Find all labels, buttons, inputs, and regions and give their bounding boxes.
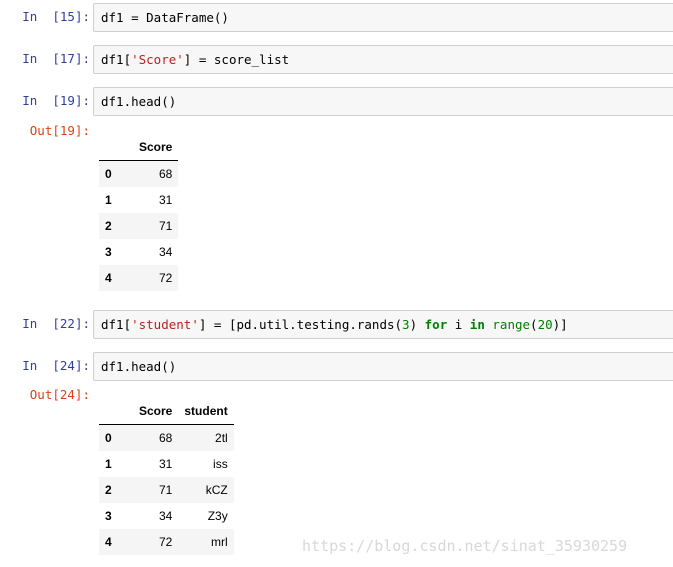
- table-row: 1 31: [99, 187, 178, 213]
- index-header: [99, 134, 125, 161]
- column-header: Score: [125, 134, 179, 161]
- table-cell: 68: [159, 431, 173, 445]
- table-cell: 71: [159, 219, 173, 233]
- table-row: 3 34: [99, 239, 178, 265]
- table-row: 3 34 Z3y: [99, 503, 234, 529]
- row-index: 2: [105, 483, 112, 497]
- row-index: 2: [105, 219, 112, 233]
- table-cell: 34: [159, 245, 173, 259]
- table-cell: iss: [213, 457, 228, 471]
- input-prompt: In [15]:: [22, 9, 90, 24]
- table-row: 4 72 mrl: [99, 529, 234, 555]
- table-cell: 71: [159, 483, 173, 497]
- code-cell-input[interactable]: df1['student'] = [pd.util.testing.rands(…: [93, 310, 673, 339]
- code-cell-input[interactable]: df1 = DataFrame(): [93, 3, 673, 32]
- builtin: range: [492, 317, 531, 332]
- column-header: student: [178, 398, 234, 425]
- table-header-row: Score: [99, 134, 179, 161]
- row-index: 3: [105, 509, 112, 523]
- code-line: df1['student'] = [pd.util.testing.rands(…: [101, 317, 568, 332]
- table-header-row: Score student: [99, 398, 234, 425]
- code-line: df1.head(): [101, 359, 177, 374]
- code-line: df1.head(): [101, 94, 177, 109]
- column-header: Score: [125, 398, 179, 425]
- dataframe-table: Score student 0 68 2tl 1 31 iss 2 71 kCZ 3 34 Z3…: [99, 398, 234, 555]
- table-cell: 2tl: [215, 431, 228, 445]
- row-index: 4: [105, 271, 112, 285]
- table-cell: 72: [159, 271, 173, 285]
- table-row: 0 68: [99, 160, 179, 187]
- table-row: 2 71: [99, 213, 179, 239]
- table-cell: 31: [159, 193, 173, 207]
- row-index: 1: [105, 193, 112, 207]
- output-prompt: Out[19]:: [29, 123, 90, 138]
- input-prompt: In [19]:: [22, 93, 90, 108]
- table-row: 2 71 kCZ: [99, 477, 234, 503]
- input-prompt: In [17]:: [22, 51, 90, 66]
- output-prompt: Out[24]:: [29, 387, 90, 402]
- row-index: 0: [105, 167, 112, 181]
- table-cell: kCZ: [205, 483, 228, 497]
- code-line: df1 = DataFrame(): [101, 10, 229, 25]
- table-cell: 68: [159, 167, 173, 181]
- table-cell: mrl: [211, 535, 228, 549]
- table-row: 1 31 iss: [99, 451, 234, 477]
- table-row: 4 72: [99, 265, 179, 291]
- table-cell: 31: [159, 457, 173, 471]
- string-literal: 'student': [131, 317, 199, 332]
- input-prompt: In [22]:: [22, 316, 90, 331]
- keyword: in: [469, 317, 485, 332]
- input-prompt: In [24]:: [22, 358, 90, 373]
- dataframe-table: Score 0 68 1 31 2 71 3 34 4 72: [99, 134, 179, 291]
- row-index: 3: [105, 245, 112, 259]
- table-cell: Z3y: [207, 509, 228, 523]
- row-index: 0: [105, 431, 112, 445]
- code-cell-input[interactable]: df1.head(): [93, 352, 673, 381]
- table-cell: 34: [159, 509, 173, 523]
- code-cell-input[interactable]: df1['Score'] = score_list: [93, 45, 673, 74]
- table-cell: 72: [159, 535, 173, 549]
- code-line: df1['Score'] = score_list: [101, 52, 290, 67]
- row-index: 4: [105, 535, 112, 549]
- string-literal: 'Score': [131, 52, 184, 67]
- index-header: [99, 398, 125, 425]
- number-literal: 3: [402, 317, 410, 332]
- number-literal: 20: [537, 317, 553, 332]
- watermark: https://blog.csdn.net/sinat_35930259: [302, 537, 628, 555]
- code-cell-input[interactable]: df1.head(): [93, 87, 673, 116]
- row-index: 1: [105, 457, 112, 471]
- keyword: for: [424, 317, 448, 332]
- table-row: 0 68 2tl: [99, 424, 234, 451]
